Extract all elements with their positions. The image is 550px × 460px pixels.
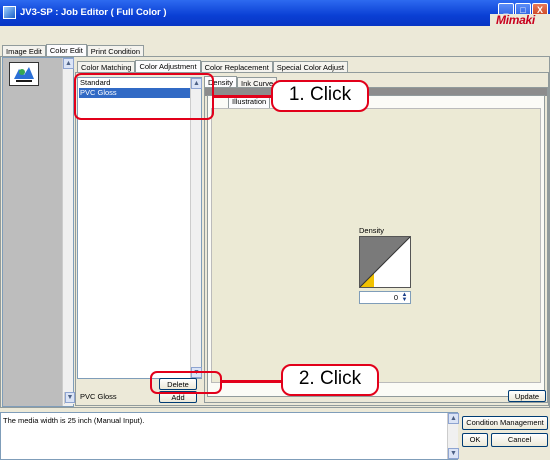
density-value: 0 [393,293,398,302]
density-editor: Density 0 ▲ ▼ [211,108,541,383]
app-icon [3,6,16,19]
density-label: Density [359,226,385,235]
list-scrollbar[interactable]: ▲ ▼ [190,78,202,378]
name-spin[interactable]: ▼ [64,392,75,404]
image-thumbnail[interactable] [9,62,39,86]
highlight-list-item [74,73,214,120]
density-control: Density 0 ▲ ▼ [359,226,413,308]
callout-step-2: 2. Click [281,364,379,396]
update-button[interactable]: Update [508,390,546,402]
density-curve[interactable] [359,236,411,288]
chevron-down-icon[interactable]: ▼ [65,392,75,403]
message-scrollbar[interactable]: ▲ ▼ [447,413,459,459]
brand-logo: Mimaki [490,14,550,26]
spin-arrows-icon[interactable]: ▲ ▼ [400,292,409,303]
callout-step-1: 1. Click [271,80,369,112]
ok-button[interactable]: OK [462,433,488,447]
cancel-button[interactable]: Cancel [491,433,548,447]
status-message: The media width is 25 inch (Manual Input… [3,416,145,425]
adjustment-name-label: PVC Gloss [80,392,117,401]
density-panel: Illustration Density 0 ▲ ▼ Update [204,87,548,403]
inner-tab-area: Illustration Density 0 ▲ ▼ [207,95,545,397]
title-bar: JV3-SP : Job Editor ( Full Color ) _ □ X… [0,0,550,26]
condition-management-button[interactable]: Condition Management [462,416,548,430]
thumbnail-scrollbar[interactable]: ▲ [62,58,74,406]
window-title: JV3-SP : Job Editor ( Full Color ) [20,7,167,18]
leader-line-2 [222,380,284,383]
leader-line-1 [214,95,272,98]
thumbnail-strip: ▲ [2,57,74,407]
status-message-box: The media width is 25 inch (Manual Input… [0,412,459,460]
scroll-up-icon[interactable]: ▲ [448,413,459,424]
highlight-delete-button [150,371,222,394]
scroll-up-icon[interactable]: ▲ [63,58,74,69]
scroll-down-icon[interactable]: ▼ [448,448,459,459]
density-spinbox[interactable]: 0 ▲ ▼ [359,291,411,304]
adjustment-list[interactable]: Standard PVC Gloss ▲ ▼ [77,77,202,379]
